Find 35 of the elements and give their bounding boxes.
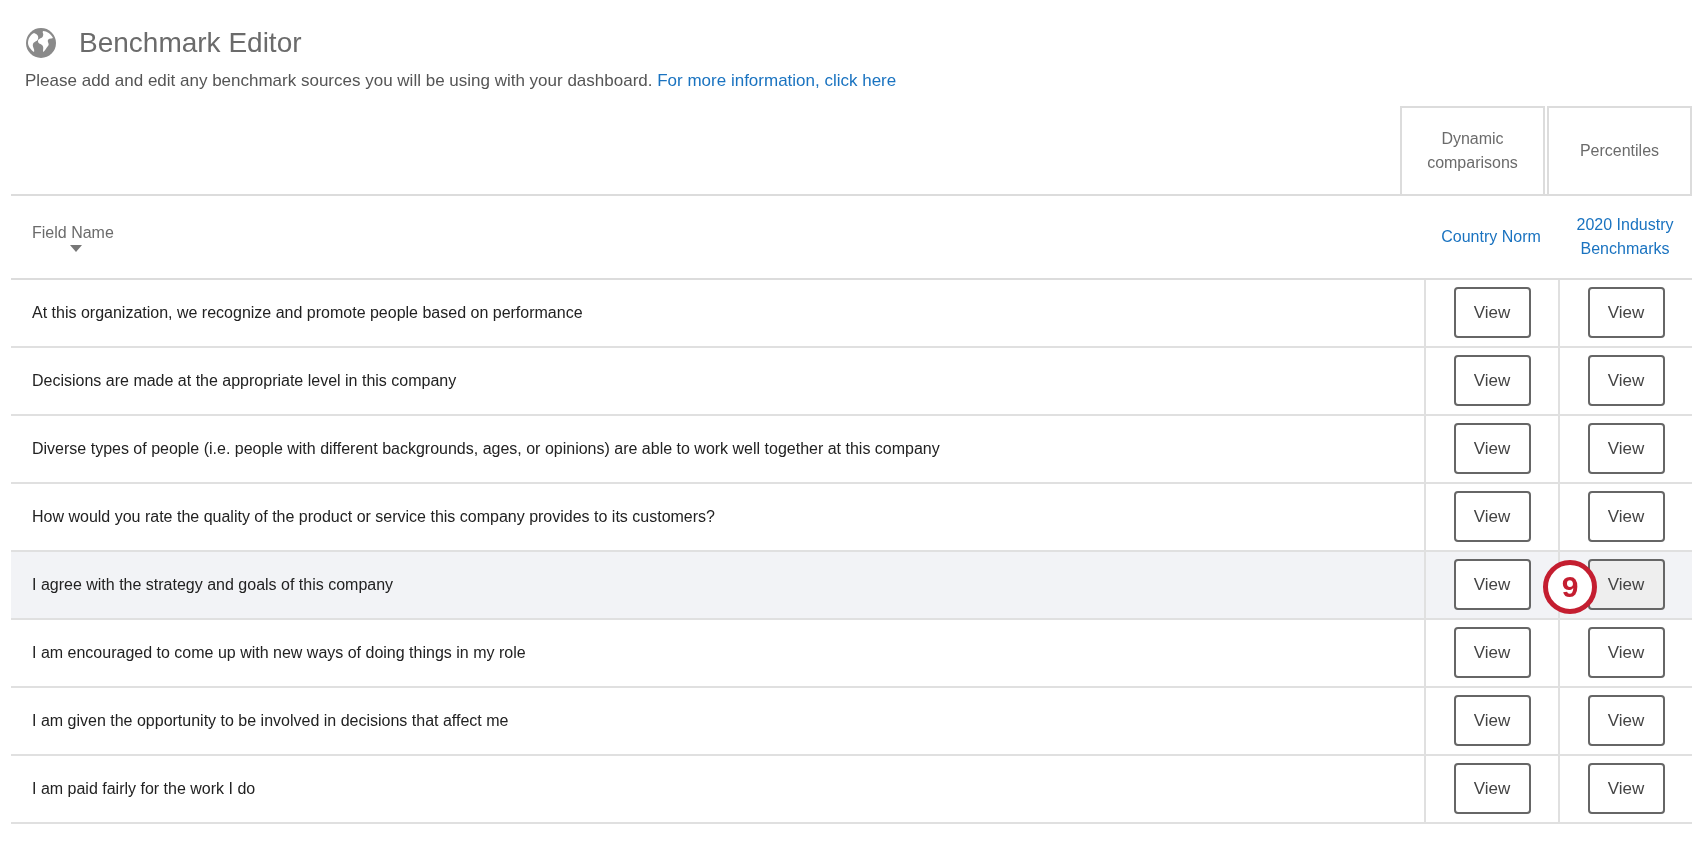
page-title: Benchmark Editor (79, 26, 302, 60)
field-name-cell-text: I am paid fairly for the work I do (32, 778, 256, 799)
view-button[interactable]: View (1453, 287, 1531, 338)
column-group-header: Percentiles (1547, 105, 1692, 194)
globe-icon (25, 27, 57, 59)
sort-caret-icon (70, 245, 82, 252)
field-name-cell-text: Decisions are made at the appropriate level in this company (32, 370, 457, 391)
view-button[interactable]: View (1453, 627, 1531, 678)
column-group-header: Dynamic comparisons (1400, 105, 1545, 194)
view-button[interactable]: View (1453, 355, 1531, 406)
view-button[interactable]: View (1453, 559, 1531, 610)
field-name-cell-text: At this organization, we recognize and promote people based on performance (32, 302, 583, 323)
page-description: Please add and edit any benchmark sources you will be using with your dashboard. For more information, click here (24, 70, 898, 92)
view-button[interactable]: View (1587, 423, 1665, 474)
view-button[interactable]: View (1587, 491, 1665, 542)
view-button[interactable]: View (1587, 763, 1665, 814)
view-button[interactable]: View (1587, 695, 1665, 746)
view-button[interactable]: View (1587, 355, 1665, 406)
field-name-cell-text: I am encouraged to come up with new ways of doing things in my role (32, 642, 526, 663)
view-button[interactable]: View (1453, 763, 1531, 814)
view-button[interactable]: View (1587, 287, 1665, 338)
view-button[interactable]: View (1587, 559, 1665, 610)
field-name-cell-text: I agree with the strategy and goals of this company (32, 574, 394, 595)
more-info-link[interactable]: For more information, click here (657, 71, 897, 90)
field-name-cell-text: Diverse types of people (i.e. people with different backgrounds, ages, or opinions) are able to work well together at this company (32, 438, 940, 459)
source-column-link[interactable]: 2020 Industry Benchmarks (1558, 212, 1692, 261)
field-name-cell-text: How would you rate the quality of the product or service this company provides to its customers? (32, 506, 715, 527)
view-button[interactable]: View (1453, 695, 1531, 746)
view-button[interactable]: View (1453, 491, 1531, 542)
number-callout-tooltip: 9 (1543, 559, 1597, 614)
column-header[interactable]: Field Name (32, 221, 114, 245)
field-name-cell-text: I am given the opportunity to be involved in decisions that affect me (32, 710, 509, 731)
view-button[interactable]: View (1453, 423, 1531, 474)
view-button[interactable]: View (1587, 627, 1665, 678)
source-column-link[interactable]: Country Norm (1424, 224, 1558, 249)
